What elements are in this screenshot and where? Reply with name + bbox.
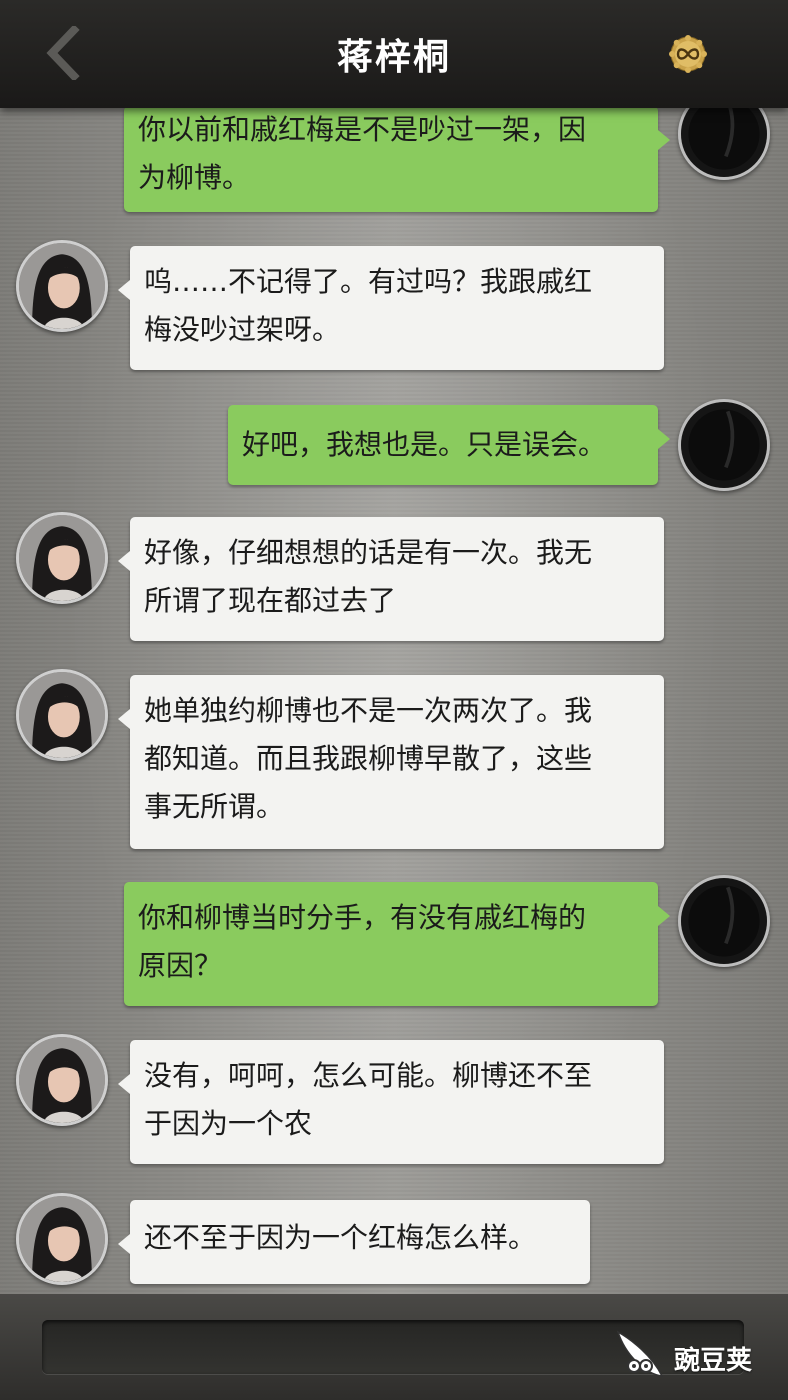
message-line: 好像，仔细想想的话是有一次。我无	[144, 536, 593, 569]
contact-portrait-image	[19, 243, 105, 329]
message-line: 原因？	[138, 949, 223, 982]
message-line: 于因为一个农	[144, 1107, 313, 1140]
message-line: 都知道。而且我跟柳博早散了，这些	[144, 742, 593, 775]
contact-avatar[interactable]	[16, 512, 108, 604]
message-bubble-outgoing[interactable]: 你以前和戚红梅是不是吵过一架，因 为柳博。	[124, 108, 670, 212]
chat-area[interactable]: 你以前和戚红梅是不是吵过一架，因 为柳博。 呜……不记得了。有过吗？我跟戚红 梅…	[0, 108, 788, 1294]
my-avatar[interactable]	[678, 108, 770, 180]
contact-avatar[interactable]	[16, 1034, 108, 1126]
header-bar: 蒋梓桐	[0, 0, 788, 108]
watermark: 豌豆荚	[612, 1326, 772, 1386]
dark-avatar-image	[681, 878, 767, 964]
message-line: 你和柳博当时分手，有没有戚红梅的	[138, 901, 587, 934]
message-line: 你以前和戚红梅是不是吵过一架，因	[138, 113, 587, 146]
menu-button[interactable]	[668, 34, 708, 74]
message-line: 没有，呵呵，怎么可能。柳博还不至	[144, 1059, 593, 1092]
my-avatar[interactable]	[678, 399, 770, 491]
message-line: 呜……不记得了。有过吗？我跟戚红	[144, 265, 593, 298]
message-bubble-outgoing[interactable]: 好吧，我想也是。只是误会。	[228, 405, 670, 485]
message-bubble-incoming[interactable]: 呜……不记得了。有过吗？我跟戚红 梅没吵过架呀。	[118, 246, 664, 370]
pea-pod-logo-icon	[616, 1330, 664, 1377]
message-line: 好吧，我想也是。只是误会。	[242, 428, 607, 461]
message-line: 为柳博。	[138, 161, 251, 194]
message-line: 事无所谓。	[144, 790, 285, 823]
infinity-badge-icon	[669, 35, 707, 73]
message-bubble-incoming[interactable]: 没有，呵呵，怎么可能。柳博还不至 于因为一个农	[118, 1040, 664, 1164]
message-bubble-incoming[interactable]: 还不至于因为一个红梅怎么样。	[118, 1200, 590, 1284]
message-bubble-incoming[interactable]: 好像，仔细想想的话是有一次。我无 所谓了现在都过去了	[118, 517, 664, 641]
message-bubble-incoming[interactable]: 她单独约柳博也不是一次两次了。我 都知道。而且我跟柳博早散了，这些 事无所谓。	[118, 675, 664, 849]
message-line: 还不至于因为一个红梅怎么样。	[144, 1221, 537, 1254]
contact-portrait-image	[19, 1196, 105, 1282]
message-line: 梅没吵过架呀。	[144, 313, 341, 346]
contact-portrait-image	[19, 1037, 105, 1123]
dark-avatar-image	[681, 402, 767, 488]
message-line: 她单独约柳博也不是一次两次了。我	[144, 694, 593, 727]
contact-avatar[interactable]	[16, 1193, 108, 1285]
contact-portrait-image	[19, 515, 105, 601]
dark-avatar-image	[681, 108, 767, 177]
contact-avatar[interactable]	[16, 669, 108, 761]
my-avatar[interactable]	[678, 875, 770, 967]
contact-portrait-image	[19, 672, 105, 758]
message-line: 所谓了现在都过去了	[144, 584, 397, 617]
watermark-text: 豌豆荚	[674, 1346, 753, 1376]
message-bubble-outgoing[interactable]: 你和柳博当时分手，有没有戚红梅的 原因？	[124, 882, 670, 1006]
contact-avatar[interactable]	[16, 240, 108, 332]
